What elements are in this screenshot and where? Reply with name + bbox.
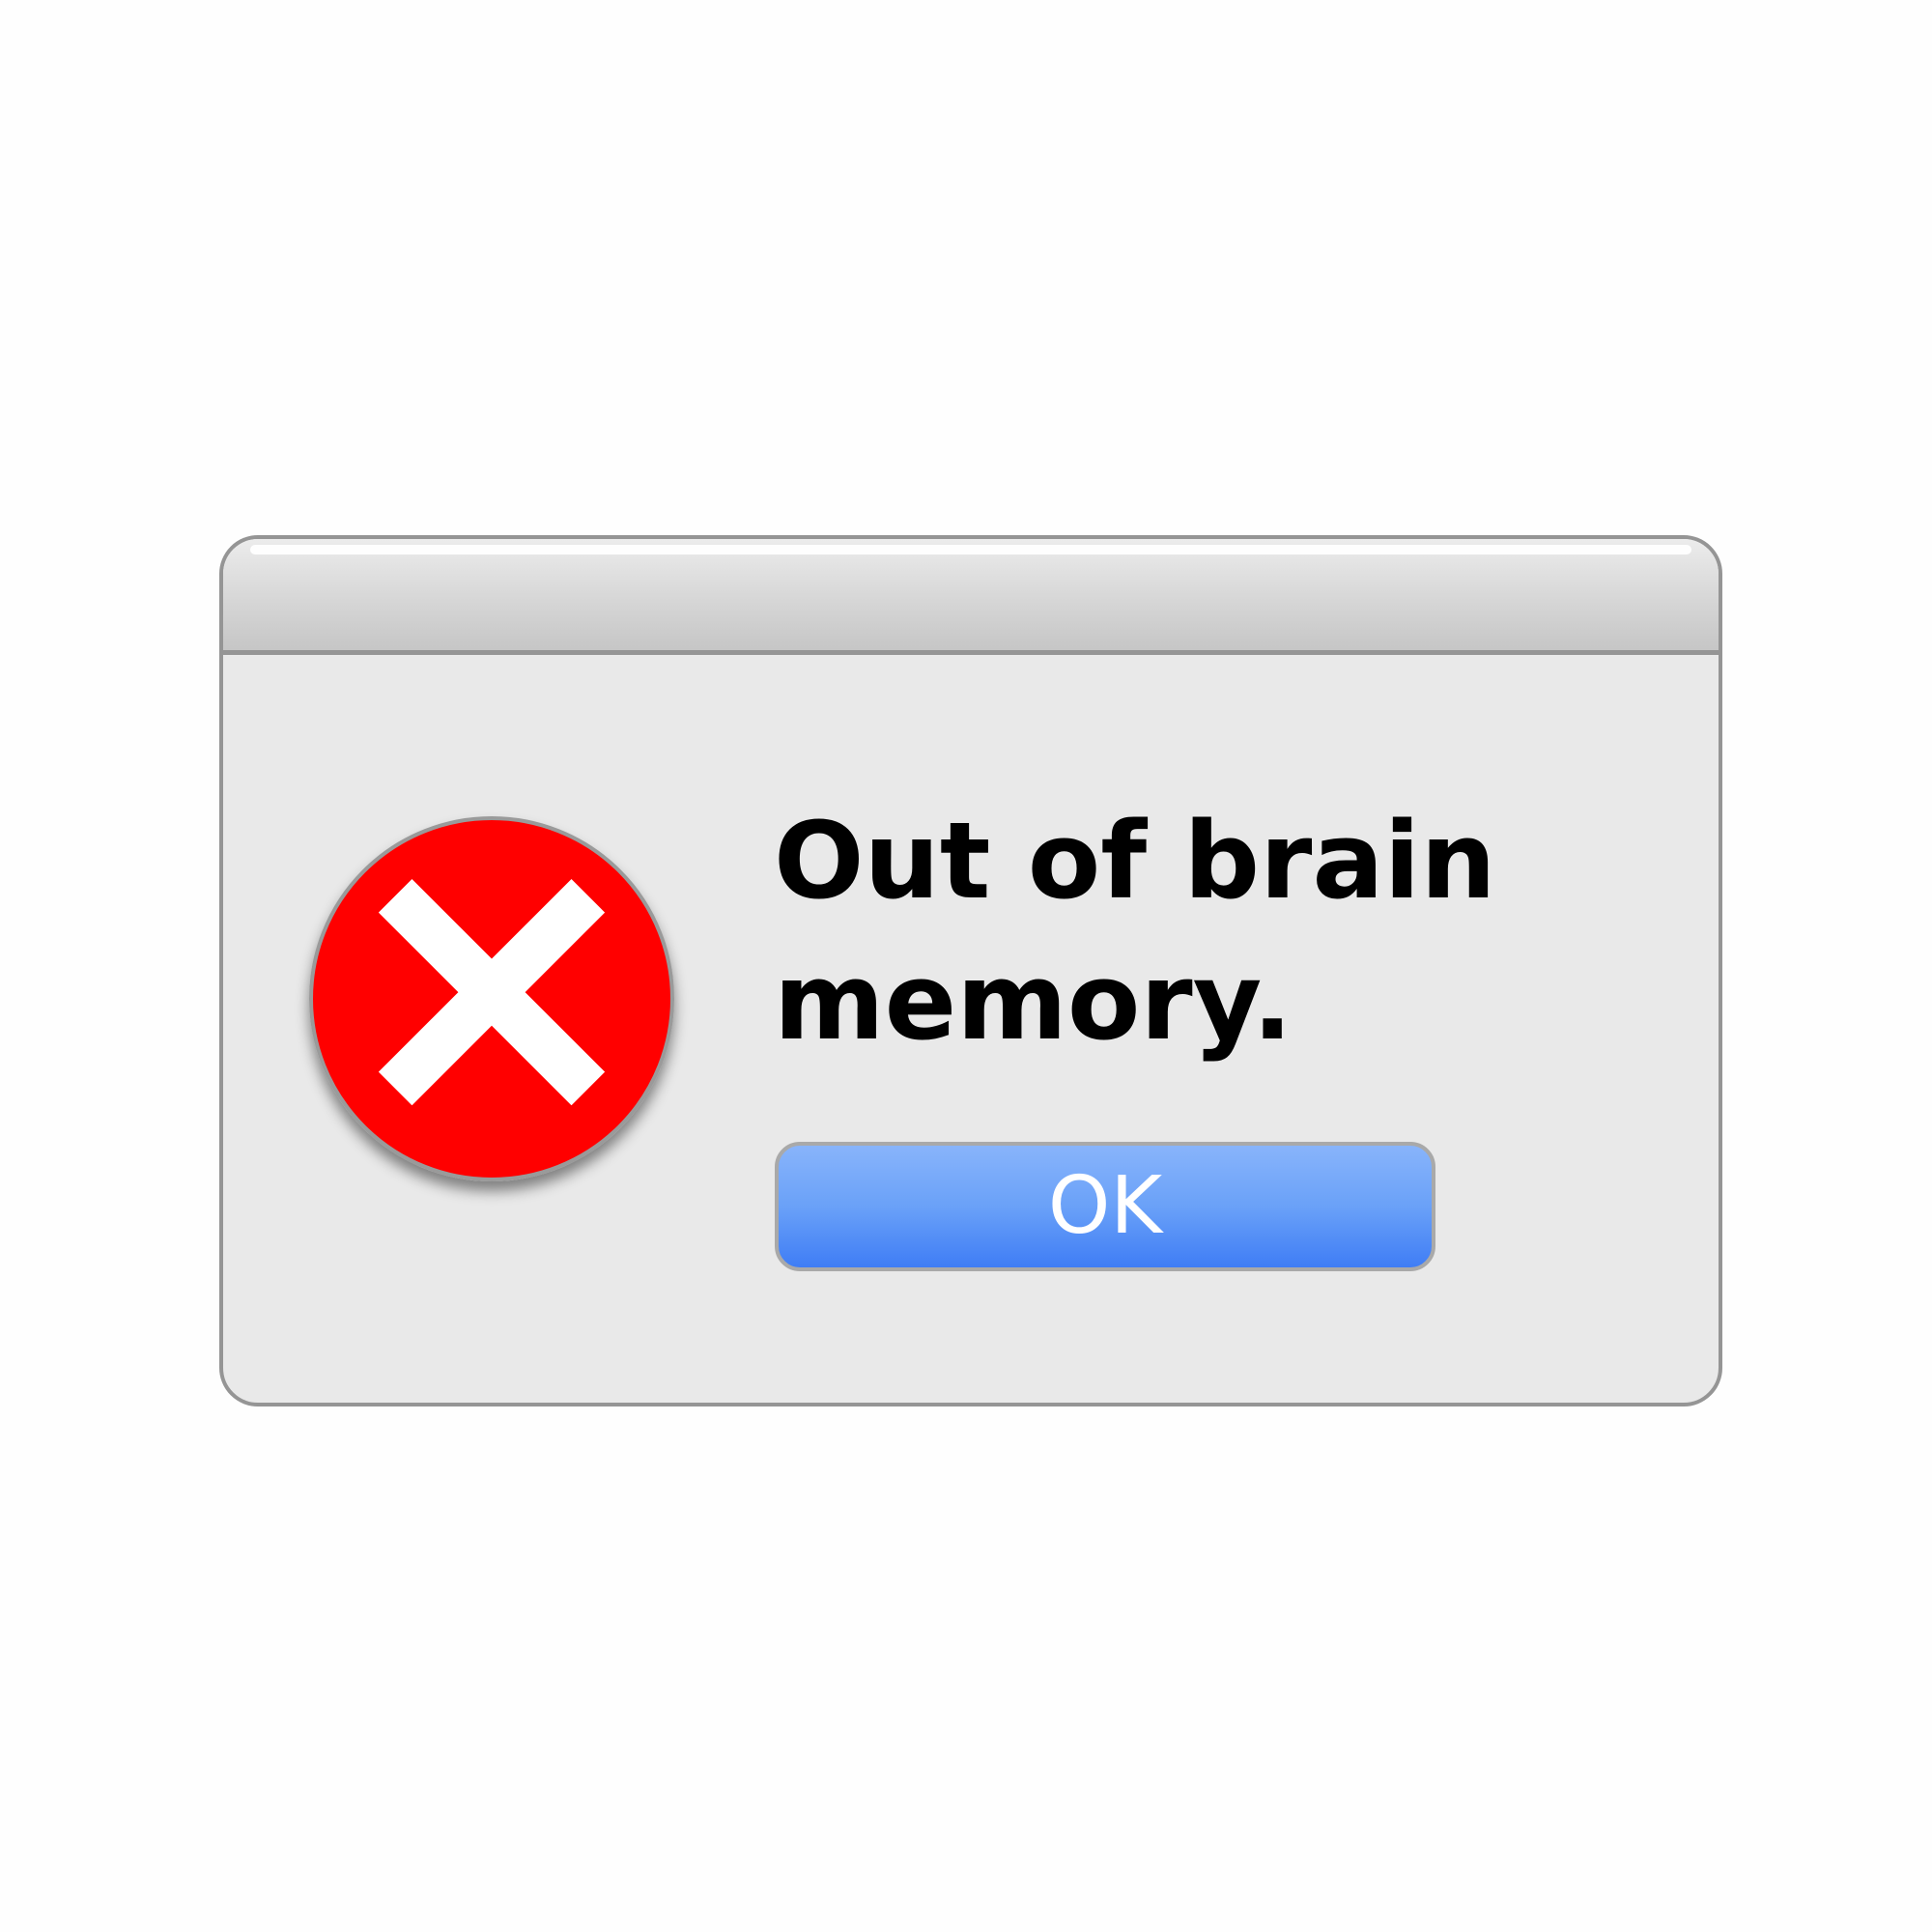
message-line-2: memory. [774, 940, 1293, 1064]
x-mark-icon [378, 879, 606, 1106]
title-bar[interactable] [223, 539, 1719, 655]
ok-button[interactable]: OK [775, 1142, 1435, 1271]
message-line-1: Out of brain [774, 799, 1496, 923]
error-message: Out of brain memory. [774, 790, 1643, 1072]
error-dialog: Out of brain memory. OK [219, 535, 1722, 1406]
title-bar-highlight [250, 545, 1691, 554]
error-x-icon [309, 816, 674, 1181]
